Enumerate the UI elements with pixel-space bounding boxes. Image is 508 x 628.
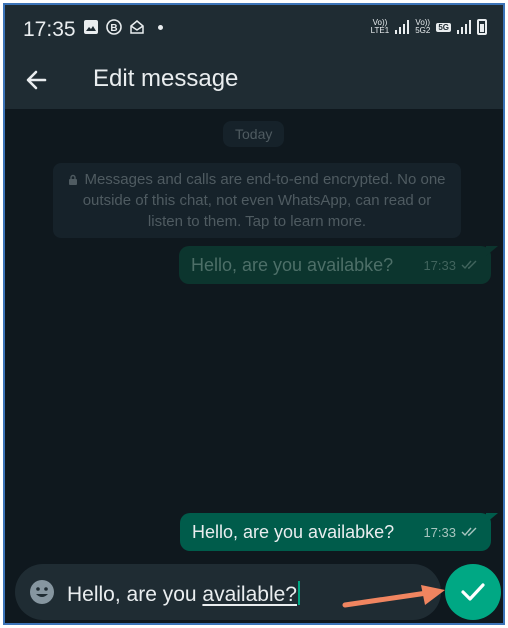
app-bar: Edit message xyxy=(5,51,503,109)
bubble-tail xyxy=(486,246,498,256)
message-input[interactable]: Hello, are you available? xyxy=(67,581,300,607)
input-text-plain: Hello, are you xyxy=(67,583,203,606)
annotation-arrow xyxy=(342,585,445,608)
double-check-icon xyxy=(461,527,477,537)
phone-screen: 17:35 B Vo)) LTE1 Vo)) 5G2 5G Edit messa… xyxy=(3,3,505,625)
encryption-notice-text: Messages and calls are end-to-end encryp… xyxy=(82,171,446,230)
chat-area: Today Messages and calls are end-to-end … xyxy=(5,109,503,623)
arrow-left-icon[interactable] xyxy=(21,65,51,95)
status-bar: 17:35 B Vo)) LTE1 Vo)) 5G2 5G xyxy=(5,5,503,51)
signal-icon-2 xyxy=(457,20,471,34)
signal-icon xyxy=(395,20,410,34)
network-indicator-1: Vo)) LTE1 xyxy=(370,18,390,35)
more-notifications-dot xyxy=(158,24,163,30)
status-time: 17:35 xyxy=(23,18,76,41)
page-title: Edit message xyxy=(93,65,239,92)
gallery-icon xyxy=(84,20,98,34)
notification-icons: B xyxy=(83,19,163,35)
message-meta: 17:33 xyxy=(423,525,479,540)
text-cursor xyxy=(297,581,300,605)
message-text: Hello, are you availabke? xyxy=(192,521,395,542)
encryption-notice[interactable]: Messages and calls are end-to-end encryp… xyxy=(53,163,461,238)
svg-text:B: B xyxy=(110,23,117,34)
message-meta: 17:33 xyxy=(423,258,479,273)
confirm-edit-button[interactable] xyxy=(445,564,501,620)
lock-icon xyxy=(69,174,78,185)
battery-icon xyxy=(477,19,487,35)
checkmark-icon xyxy=(461,583,485,601)
message-bubble: Hello, are you availabke? 17:33 xyxy=(179,246,498,284)
message-time: 17:33 xyxy=(423,524,456,540)
date-divider: Today xyxy=(223,121,285,147)
business-b-icon: B xyxy=(106,19,122,35)
emoji-icon[interactable] xyxy=(29,579,55,605)
input-text-corrected: available? xyxy=(202,583,297,606)
message-time: 17:33 xyxy=(423,257,456,273)
system-status-icons: Vo)) LTE1 Vo)) 5G2 5G xyxy=(371,19,487,35)
mail-icon xyxy=(130,20,144,34)
message-bubble-editing: Hello, are you availabke? 17:33 xyxy=(180,513,498,551)
double-check-icon xyxy=(461,260,477,270)
bubble-tail xyxy=(486,513,498,523)
message-text: Hello, are you availabke? xyxy=(191,254,394,275)
network-indicator-2: Vo)) 5G2 xyxy=(415,18,431,35)
network-badge: 5G xyxy=(436,22,451,32)
